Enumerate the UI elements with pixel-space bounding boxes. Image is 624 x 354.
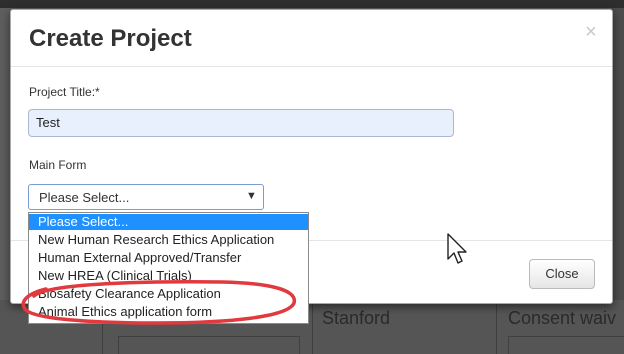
background-table-cell-box (118, 336, 300, 354)
project-title-input[interactable]: Test (28, 109, 454, 137)
background-cell-consent: Consent waiv (508, 308, 617, 328)
background-cell-stanford: Stanford (322, 308, 391, 328)
dropdown-option-biosafety[interactable]: Biosafety Clearance Application (29, 286, 308, 302)
project-title-label: Project Title:* (29, 85, 100, 99)
background-table-divider (312, 300, 313, 354)
close-icon[interactable]: × (583, 22, 599, 42)
main-form-dropdown-list: Please Select... New Human Research Ethi… (28, 212, 309, 324)
close-button[interactable]: Close (529, 259, 595, 289)
dropdown-option-hrea-clinical[interactable]: New HREA (Clinical Trials) (29, 268, 308, 284)
modal-header: Create Project × (11, 10, 612, 67)
dropdown-option-new-hrea[interactable]: New Human Research Ethics Application (29, 232, 308, 248)
main-form-selected-value: Please Select... (39, 190, 130, 205)
dropdown-option-human-external[interactable]: Human External Approved/Transfer (29, 250, 308, 266)
dropdown-option-animal-ethics[interactable]: Animal Ethics application form (29, 304, 308, 320)
modal-title: Create Project (29, 25, 192, 52)
dropdown-option-please-select[interactable]: Please Select... (29, 214, 308, 230)
background-table-cell-box (508, 336, 624, 354)
main-form-label: Main Form (29, 158, 87, 172)
chevron-down-icon: ▼ (246, 190, 257, 202)
main-form-select[interactable]: Please Select... ▼ (28, 184, 264, 210)
background-table-divider (496, 300, 497, 354)
background-header (0, 0, 624, 8)
mouse-cursor-icon (447, 233, 467, 264)
